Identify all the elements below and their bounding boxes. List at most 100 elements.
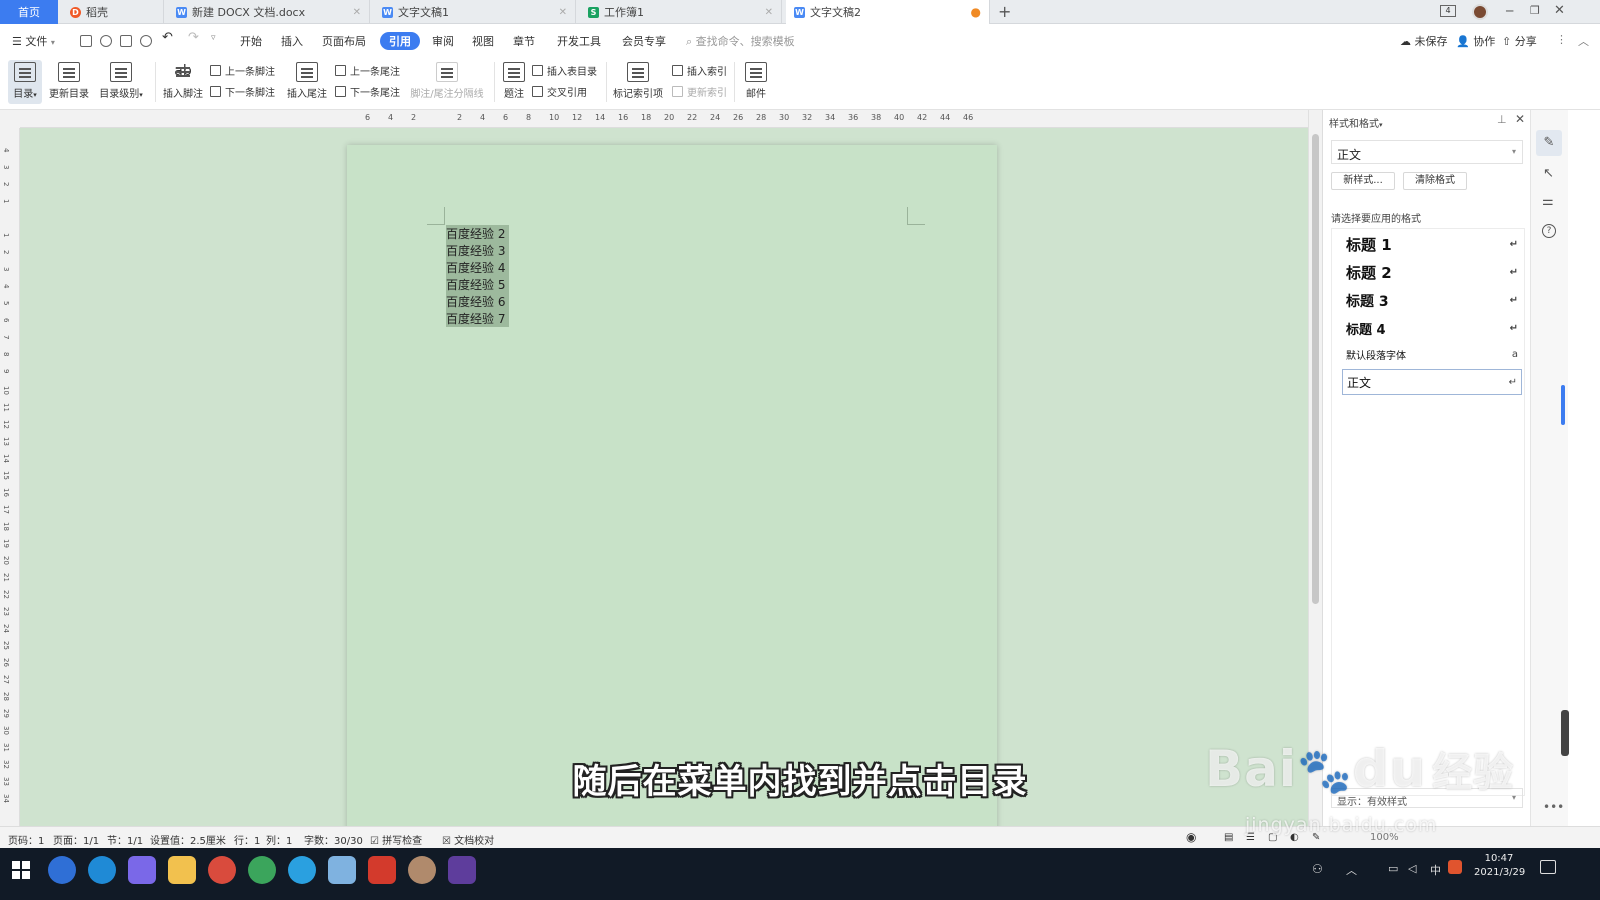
style-heading-3[interactable]: 标题 3 ↵ bbox=[1342, 287, 1522, 314]
clock[interactable]: 10:47 2021/3/29 bbox=[1474, 853, 1525, 878]
notification-icon[interactable] bbox=[1540, 860, 1556, 874]
tray-expand-icon[interactable]: ︿ bbox=[1346, 862, 1357, 878]
toc-line[interactable]: 百度经验 5 bbox=[446, 276, 510, 293]
menu-tab-developer[interactable]: 开发工具 bbox=[557, 33, 601, 49]
tab-docer[interactable]: D 稻壳 bbox=[62, 0, 164, 24]
spell-check-toggle[interactable]: ☑ 拼写检查 bbox=[370, 832, 422, 847]
app-hex-icon[interactable] bbox=[128, 856, 156, 884]
print-icon[interactable] bbox=[120, 35, 132, 47]
insert-endnote-button[interactable]: 插入尾注 bbox=[286, 62, 328, 100]
menu-tab-member[interactable]: 会员专享 bbox=[622, 33, 666, 49]
tab-home[interactable]: 首页 bbox=[0, 0, 58, 24]
adjust-sliders-icon[interactable]: ⚌ bbox=[1542, 194, 1554, 209]
windows-start-icon[interactable] bbox=[12, 861, 30, 879]
cross-ref-button[interactable]: 交叉引用 bbox=[532, 84, 587, 99]
toc-line[interactable]: 百度经验 4 bbox=[446, 259, 510, 276]
help-icon[interactable]: ? bbox=[1542, 224, 1556, 238]
file-menu[interactable]: ☰ 文件 ▾ bbox=[12, 33, 55, 49]
document-area[interactable]: 百度经验 2 百度经验 3 百度经验 4 百度经验 5 百度经验 6 百度经验 … bbox=[20, 128, 1308, 845]
scrollbar-thumb[interactable] bbox=[1312, 134, 1319, 604]
chrome-profile-icon[interactable] bbox=[248, 856, 276, 884]
chrome-icon[interactable] bbox=[208, 856, 236, 884]
edge-icon[interactable] bbox=[288, 856, 316, 884]
toc-line[interactable]: 百度经验 6 bbox=[446, 293, 510, 310]
avatar[interactable] bbox=[1472, 4, 1488, 20]
pin-icon[interactable]: ⊥ bbox=[1497, 113, 1507, 126]
window-count-badge[interactable]: 4 bbox=[1440, 5, 1456, 17]
collapse-ribbon-icon[interactable]: ︿ bbox=[1578, 33, 1589, 49]
print-preview-icon[interactable] bbox=[140, 35, 152, 47]
minimize-icon[interactable]: ─ bbox=[1506, 4, 1513, 18]
file-explorer-icon[interactable] bbox=[168, 856, 196, 884]
style-brush-icon[interactable]: ✎ bbox=[1536, 130, 1562, 156]
proofread-button[interactable]: ☒ 文档校对 bbox=[442, 832, 494, 847]
update-toc-button[interactable]: 更新目录 bbox=[47, 62, 91, 100]
export-pdf-icon[interactable] bbox=[100, 35, 112, 47]
horizontal-ruler[interactable]: 6 4 2 2 4 6 8 10 12 14 16 18 20 22 24 26 28 30 32 34 36 38 40 4… bbox=[20, 110, 1308, 128]
restore-icon[interactable]: ❐ bbox=[1530, 4, 1540, 17]
undo-icon[interactable]: ↶ bbox=[162, 30, 173, 45]
sogou-browser-icon[interactable] bbox=[88, 856, 116, 884]
status-word-count[interactable]: 字数：30/30 bbox=[304, 832, 363, 847]
firefox-icon[interactable] bbox=[48, 856, 76, 884]
document-page[interactable]: 百度经验 2 百度经验 3 百度经验 4 百度经验 5 百度经验 6 百度经验 … bbox=[347, 145, 997, 845]
style-heading-1[interactable]: 标题 1 ↵ bbox=[1342, 231, 1522, 258]
menu-tab-view[interactable]: 视图 bbox=[472, 33, 494, 49]
unsaved-button[interactable]: ☁ 未保存 bbox=[1400, 33, 1448, 49]
mark-index-button[interactable]: 标记索引项 bbox=[612, 62, 664, 100]
photo-viewer-icon[interactable] bbox=[408, 856, 436, 884]
insert-index-button[interactable]: 插入索引 bbox=[672, 63, 727, 78]
add-tab-button[interactable]: + bbox=[998, 2, 1011, 21]
mail-button[interactable]: 邮件 bbox=[742, 62, 770, 100]
tab-doc1[interactable]: W 文字文稿1 ✕ bbox=[374, 0, 576, 24]
tab-doc2-active[interactable]: W 文字文稿2 ● bbox=[786, 0, 990, 25]
next-endnote-button[interactable]: 下一条尾注 bbox=[335, 84, 400, 99]
zoom-slider-icon[interactable] bbox=[1561, 385, 1565, 425]
menu-tab-chapter[interactable]: 章节 bbox=[513, 33, 535, 49]
style-heading-4[interactable]: 标题 4 ↵ bbox=[1342, 315, 1522, 342]
notes-icon[interactable] bbox=[328, 856, 356, 884]
share-button[interactable]: ⇧ 分享 bbox=[1502, 33, 1537, 49]
toc-level-button[interactable]: 目录级别▾ bbox=[96, 62, 146, 100]
menu-tab-review[interactable]: 审阅 bbox=[432, 33, 454, 49]
side-scroll-handle[interactable] bbox=[1561, 710, 1569, 756]
redo-icon[interactable]: ↷ bbox=[188, 30, 199, 45]
toc-line[interactable]: 百度经验 7 bbox=[446, 310, 510, 327]
toc-line[interactable]: 百度经验 3 bbox=[446, 242, 510, 259]
ime-indicator[interactable]: 中 bbox=[1430, 862, 1441, 878]
more-icon[interactable]: ⋮ bbox=[1556, 33, 1567, 46]
caption-button[interactable]: 题注 bbox=[500, 62, 528, 100]
save-icon[interactable] bbox=[80, 35, 92, 47]
close-icon[interactable]: ✕ bbox=[1515, 112, 1525, 126]
select-cursor-icon[interactable]: ↖ bbox=[1543, 166, 1554, 181]
close-window-icon[interactable]: ✕ bbox=[1554, 3, 1565, 18]
style-normal-selected[interactable]: 正文 ↵ bbox=[1342, 369, 1522, 395]
current-style-select[interactable]: 正文 ▾ bbox=[1331, 140, 1523, 164]
tray-volume-icon[interactable]: ◁ bbox=[1408, 862, 1416, 875]
close-icon[interactable]: ✕ bbox=[353, 7, 361, 18]
close-icon[interactable]: ✕ bbox=[559, 7, 567, 18]
media-player-icon[interactable] bbox=[448, 856, 476, 884]
customize-dropdown-icon[interactable]: ▿ bbox=[211, 33, 216, 43]
close-icon[interactable]: ✕ bbox=[765, 7, 773, 18]
clear-format-button[interactable]: 清除格式 bbox=[1403, 172, 1467, 190]
toc-line[interactable]: 百度经验 2 bbox=[446, 225, 510, 242]
tab-sheet1[interactable]: S 工作簿1 ✕ bbox=[580, 0, 782, 24]
vertical-ruler[interactable]: 4 3 2 1 1 2 3 4 5 6 7 8 9 10 11 12 13 14 15 16 17 18 19 20 21 22 2… bbox=[0, 128, 20, 826]
insert-table-toc-button[interactable]: 插入表目录 bbox=[532, 63, 597, 78]
prev-endnote-button[interactable]: 上一条尾注 bbox=[335, 63, 400, 78]
collab-button[interactable]: 👤 协作 bbox=[1456, 33, 1495, 49]
style-heading-2[interactable]: 标题 2 ↵ bbox=[1342, 259, 1522, 286]
new-style-button[interactable]: 新样式... bbox=[1331, 172, 1395, 190]
insert-footnote-button[interactable]: ab 插入脚注 bbox=[162, 62, 204, 100]
menu-tab-references[interactable]: 引用 bbox=[380, 32, 420, 50]
wps-office-icon[interactable] bbox=[368, 856, 396, 884]
next-footnote-button[interactable]: 下一条脚注 bbox=[210, 84, 275, 99]
menu-tab-layout[interactable]: 页面布局 bbox=[322, 33, 366, 49]
tab-new-docx[interactable]: W 新建 DOCX 文档.docx ✕ bbox=[168, 0, 370, 24]
style-default-font[interactable]: 默认段落字体 a bbox=[1342, 341, 1522, 368]
menu-tab-home[interactable]: 开始 bbox=[240, 33, 262, 49]
panel-title[interactable]: 样式和格式▾ bbox=[1329, 115, 1383, 130]
toc-button[interactable]: 目录▾ bbox=[8, 60, 42, 104]
command-search[interactable]: ⌕ 查找命令、搜索模板 bbox=[686, 33, 795, 49]
